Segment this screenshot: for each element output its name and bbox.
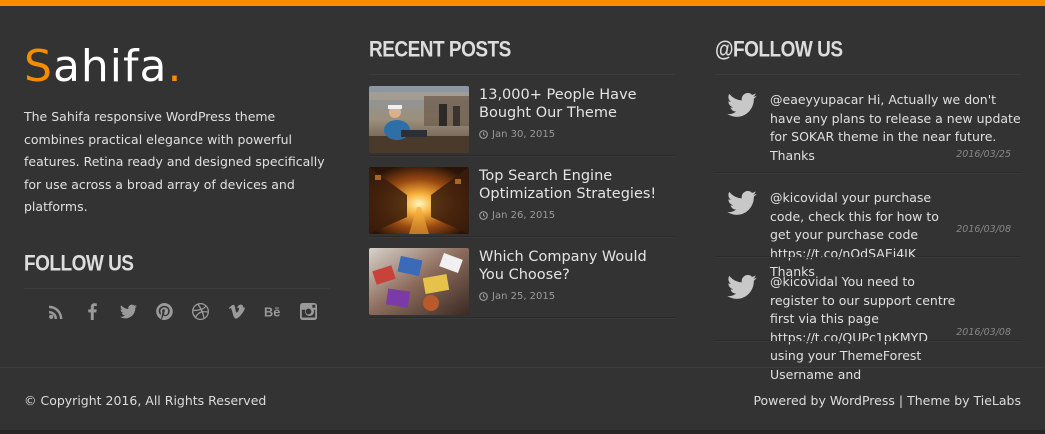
tweet-timestamp[interactable]: 2016/03/08	[956, 224, 1011, 235]
post-date: Jan 30, 2015	[479, 129, 675, 140]
top-accent-bar	[0, 0, 1045, 6]
list-item: 13,000+ People Have Bought Our Theme Jan…	[369, 75, 675, 157]
tweet-timestamp[interactable]: 2016/03/08	[956, 327, 1011, 338]
theme-by-tielabs-link[interactable]: Theme by TieLabs	[907, 393, 1021, 408]
rss-icon[interactable]	[38, 301, 74, 323]
tweet-timestamp[interactable]: 2016/03/25	[956, 149, 1011, 160]
post-title-link[interactable]: Top Search Engine Optimization Strategie…	[479, 167, 675, 203]
powered-by-wordpress-link[interactable]: Powered by WordPress	[753, 393, 894, 408]
post-title-link[interactable]: 13,000+ People Have Bought Our Theme	[479, 86, 675, 122]
pinterest-icon[interactable]	[146, 301, 182, 323]
list-item: Top Search Engine Optimization Strategie…	[369, 156, 675, 238]
post-thumbnail[interactable]	[369, 167, 469, 234]
post-thumbnail[interactable]	[369, 86, 469, 153]
dribbble-icon[interactable]	[182, 301, 218, 323]
bottom-strip	[0, 430, 1045, 434]
twitter-bird-icon	[727, 190, 757, 215]
clock-icon	[479, 130, 488, 139]
svg-text:Bē: Bē	[264, 305, 280, 320]
vimeo-icon[interactable]	[218, 301, 254, 323]
post-title-link[interactable]: Which Company Would You Choose?	[479, 248, 675, 284]
tweet-item: @kicovidal You need to register to our s…	[715, 257, 1021, 382]
about-widget: Sahifa. The Sahifa responsive WordPress …	[24, 42, 332, 323]
tweet-item: @kicovidal your purchase code, check thi…	[715, 173, 1021, 279]
footer-divider	[0, 367, 1045, 368]
divider	[24, 287, 330, 289]
twitter-bird-icon	[727, 274, 757, 299]
twitter-widget-title: @Follow Us	[715, 38, 843, 63]
clock-icon	[479, 211, 488, 220]
instagram-icon[interactable]	[290, 301, 326, 323]
recent-posts-title: Recent Posts	[369, 38, 511, 63]
clock-icon	[479, 292, 488, 301]
twitter-bird-icon	[727, 92, 757, 117]
facebook-icon[interactable]	[74, 301, 110, 323]
post-thumbnail[interactable]	[369, 248, 469, 315]
twitter-widget: @Follow Us @eaeyyupacar Hi, Actually we …	[715, 38, 1021, 382]
twitter-icon[interactable]	[110, 301, 146, 323]
follow-us-title: Follow us	[24, 251, 134, 276]
tweet-item: @eaeyyupacar Hi, Actually we don't have …	[715, 75, 1021, 174]
recent-posts-widget: Recent Posts 13,000+ People Have Bought …	[369, 38, 675, 319]
list-item: Which Company Would You Choose? Jan 25, …	[369, 237, 675, 319]
copyright-text: © Copyright 2016, All Rights Reserved	[24, 393, 267, 408]
social-icons: Bē	[24, 301, 332, 323]
behance-icon[interactable]: Bē	[254, 301, 290, 323]
footer-credits: Powered by WordPress | Theme by TieLabs	[753, 393, 1021, 408]
about-text: The Sahifa responsive WordPress theme co…	[24, 109, 325, 214]
site-logo[interactable]: Sahifa.	[24, 42, 332, 94]
post-date: Jan 26, 2015	[479, 210, 675, 221]
post-date: Jan 25, 2015	[479, 291, 675, 302]
